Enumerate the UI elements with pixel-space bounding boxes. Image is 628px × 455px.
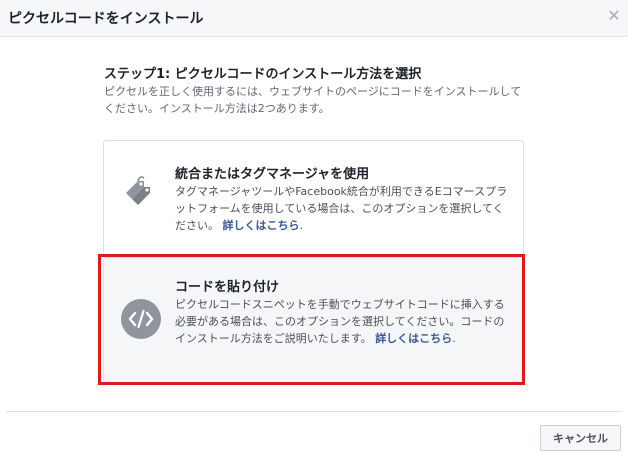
tags-icon [120,173,160,221]
option-description: タグマネージャツールやFacebook統合が利用できるEコマースプラットフォーム… [175,183,510,234]
option-integration-tag-manager[interactable]: 統合またはタグマネージャを使用 タグマネージャツールやFacebook統合が利用… [103,140,524,256]
install-pixel-dialog: ピクセルコードをインストール ✕ ステップ1: ピクセルコードのインストール方法… [0,0,628,455]
learn-more-link[interactable]: 詳しくはこちら [375,332,452,345]
option-description-suffix: . [452,332,456,345]
step-description: ピクセルを正しく使用するには、ウェブサイトのページにコードをインストールしてくだ… [104,85,522,115]
dialog-title: ピクセルコードをインストール [8,11,204,27]
option-title: 統合またはタグマネージャを使用 [175,167,370,182]
step-title: ステップ1: ピクセルコードのインストール方法を選択 [104,67,422,82]
close-icon[interactable]: ✕ [606,8,622,24]
code-icon [120,298,162,344]
option-description-suffix: . [299,219,304,232]
footer-divider [6,411,622,412]
option-paste-code[interactable]: コードを貼り付け ピクセルコードスニペットを手動でウェブサイトコードに挿入する必… [103,257,524,383]
learn-more-link[interactable]: 詳しくはこちら [223,219,300,232]
option-title: コードを貼り付け [175,280,280,295]
option-description: ピクセルコードスニペットを手動でウェブサイトコードに挿入する必要がある場合は、こ… [175,296,510,347]
cancel-button[interactable]: キャンセル [540,425,621,451]
dialog-header: ピクセルコードをインストール ✕ [0,0,628,37]
